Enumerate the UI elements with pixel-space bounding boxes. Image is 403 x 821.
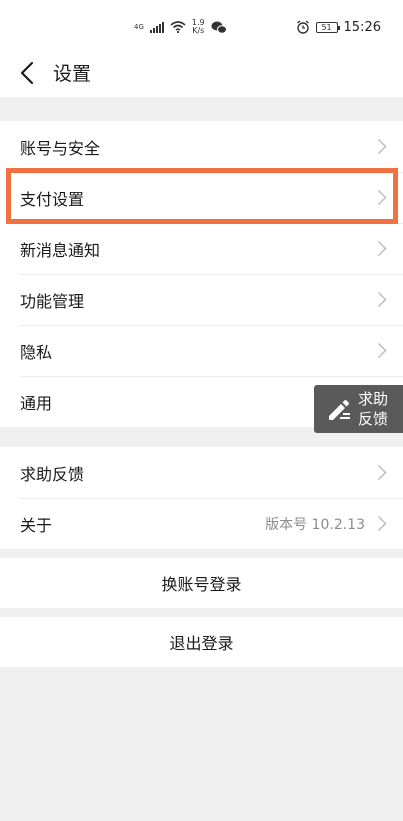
page-title: 设置 bbox=[53, 63, 92, 85]
status-bar: 4G 1.9 K/s 51 15:26 bbox=[0, 0, 403, 50]
settings-item-about[interactable]: 关于 版本号 10.2.13 bbox=[0, 498, 403, 549]
alarm-icon bbox=[296, 20, 309, 34]
chevron-right-icon bbox=[377, 464, 387, 481]
settings-item-label: 通用 bbox=[20, 393, 53, 413]
back-arrow-icon bbox=[20, 61, 34, 85]
network-type-label: 4G bbox=[134, 22, 144, 31]
switch-account-label: 换账号登录 bbox=[161, 575, 242, 594]
net-speed-unit: K/s bbox=[192, 26, 205, 35]
wechat-icon bbox=[211, 21, 227, 34]
help-float-line1: 求助 bbox=[358, 390, 389, 408]
settings-item-label: 关于 bbox=[20, 515, 53, 535]
chevron-right-icon bbox=[377, 515, 387, 532]
status-icons-center: 4G 1.9 K/s bbox=[134, 16, 227, 38]
settings-group-main: 账号与安全 支付设置 新消息通知 功能管理 隐私 通用 bbox=[0, 121, 403, 427]
logout-label: 退出登录 bbox=[169, 634, 234, 653]
help-feedback-float-button[interactable]: 求助 反馈 bbox=[314, 385, 403, 433]
settings-item-account-security[interactable]: 账号与安全 bbox=[0, 121, 403, 172]
settings-item-label: 隐私 bbox=[20, 342, 53, 362]
chevron-right-icon bbox=[377, 291, 387, 308]
settings-item-label: 新消息通知 bbox=[20, 240, 101, 260]
signal-icon bbox=[149, 21, 164, 33]
chevron-right-icon bbox=[377, 342, 387, 359]
logout-button[interactable]: 退出登录 bbox=[0, 617, 403, 667]
wifi-icon bbox=[170, 21, 186, 33]
settings-item-label: 支付设置 bbox=[20, 189, 85, 209]
back-button[interactable] bbox=[10, 56, 44, 90]
settings-item-label: 求助反馈 bbox=[20, 464, 85, 484]
chevron-right-icon bbox=[377, 189, 387, 206]
pen-icon bbox=[329, 400, 350, 420]
version-text: 版本号 10.2.13 bbox=[265, 516, 365, 533]
settings-item-payment[interactable]: 支付设置 bbox=[0, 172, 403, 223]
settings-item-privacy[interactable]: 隐私 bbox=[0, 325, 403, 376]
switch-account-button[interactable]: 换账号登录 bbox=[0, 558, 403, 608]
settings-item-features[interactable]: 功能管理 bbox=[0, 274, 403, 325]
status-icons-right: 51 15:26 bbox=[296, 16, 381, 38]
battery-icon: 51 bbox=[315, 21, 340, 33]
chevron-right-icon bbox=[377, 240, 387, 257]
settings-group-about: 求助反馈 关于 版本号 10.2.13 bbox=[0, 447, 403, 549]
settings-item-label: 账号与安全 bbox=[20, 138, 101, 158]
net-speed: 1.9 K/s bbox=[192, 19, 205, 35]
settings-item-notifications[interactable]: 新消息通知 bbox=[0, 223, 403, 274]
settings-item-label: 功能管理 bbox=[20, 291, 85, 311]
chevron-right-icon bbox=[377, 138, 387, 155]
title-bar: 设置 bbox=[0, 50, 403, 97]
help-float-line2: 反馈 bbox=[358, 410, 389, 428]
status-time: 15:26 bbox=[343, 19, 381, 35]
settings-item-help-feedback[interactable]: 求助反馈 bbox=[0, 447, 403, 498]
help-feedback-float-text: 求助 反馈 bbox=[358, 389, 388, 429]
